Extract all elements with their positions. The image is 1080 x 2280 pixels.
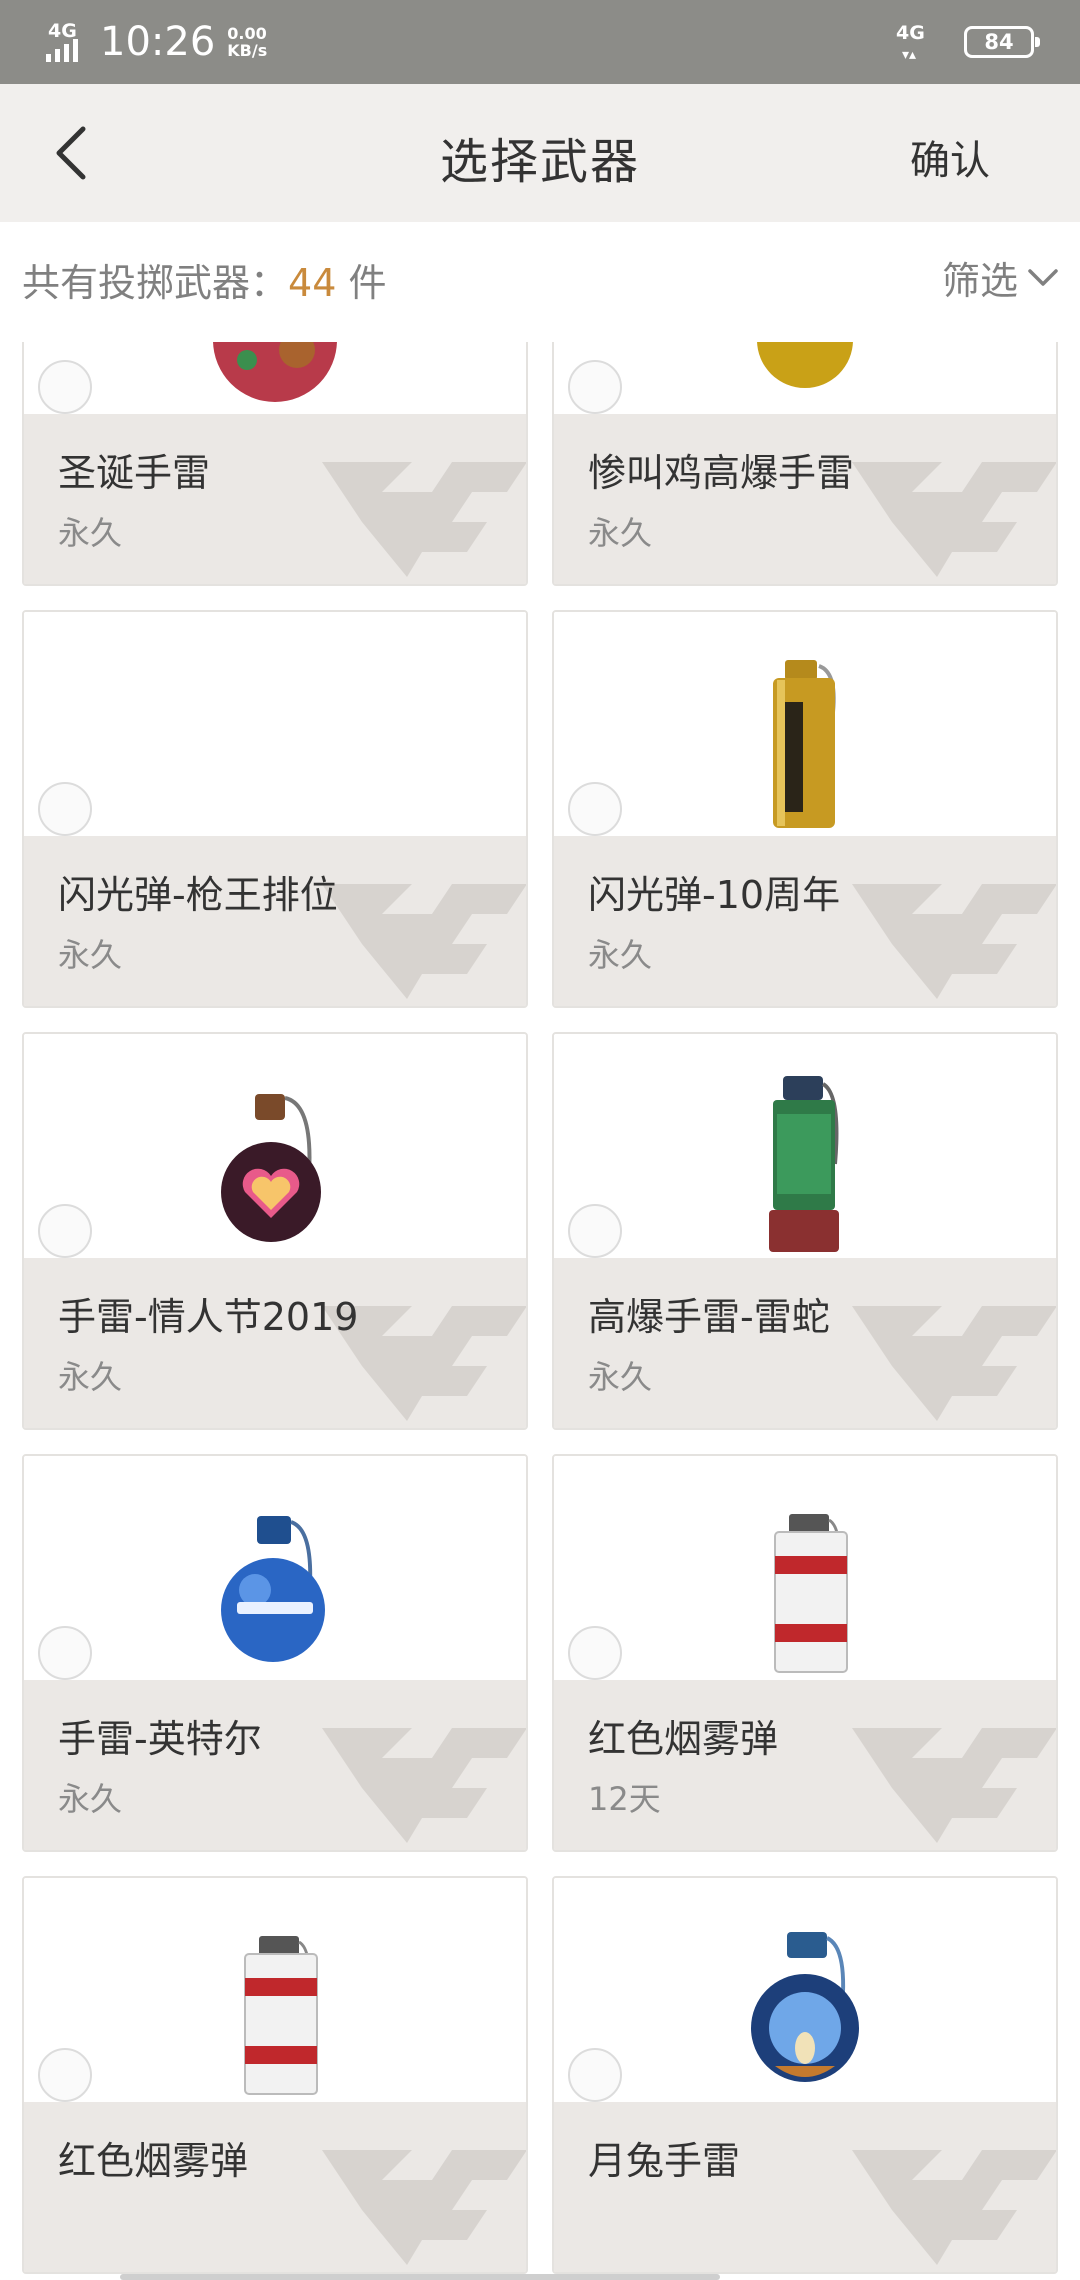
weapon-name: 红色烟雾弹 bbox=[588, 1717, 779, 1761]
cf-watermark-icon bbox=[852, 884, 1056, 999]
weapon-card[interactable]: 手雷-情人节2019 永久 bbox=[22, 1032, 528, 1430]
weapon-card[interactable]: 月兔手雷 bbox=[552, 1876, 1058, 2274]
speed-value: 0.00 bbox=[227, 24, 267, 43]
data-signal-icon: 4G ▾▴ bbox=[896, 22, 925, 63]
weapon-grid-viewport[interactable]: 圣诞手雷 永久 惨叫鸡高爆手雷 永久 闪光弹-枪王排位 永久 闪光弹-10周年 … bbox=[0, 342, 1080, 2280]
weapon-image bbox=[554, 1034, 1056, 1262]
weapon-duration: 永久 bbox=[588, 936, 653, 974]
battery-icon: 84 bbox=[964, 26, 1040, 58]
weapon-name: 手雷-英特尔 bbox=[58, 1717, 262, 1761]
weapon-info: 闪光弹-枪王排位 永久 bbox=[24, 836, 526, 1006]
status-left: 4G 10:26 0.00 KB/s bbox=[46, 18, 267, 66]
cf-watermark-icon bbox=[322, 462, 526, 577]
cf-watermark-icon bbox=[852, 1306, 1056, 1421]
battery-level: 84 bbox=[984, 30, 1014, 54]
weapon-info: 红色烟雾弹 bbox=[24, 2102, 526, 2272]
weapon-image bbox=[554, 1456, 1056, 1684]
weapon-duration: 永久 bbox=[58, 1358, 123, 1396]
weapon-card[interactable]: 手雷-英特尔 永久 bbox=[22, 1454, 528, 1852]
cf-watermark-icon bbox=[852, 462, 1056, 577]
weapon-duration: 永久 bbox=[58, 1780, 123, 1818]
status-time: 10:26 bbox=[100, 19, 216, 65]
status-right: 4G ▾▴ 84 bbox=[896, 22, 1040, 63]
weapon-card[interactable]: 红色烟雾弹 bbox=[22, 1876, 528, 2274]
select-radio[interactable] bbox=[38, 782, 92, 836]
christmas-grenade-icon bbox=[185, 342, 365, 410]
weapon-duration: 永久 bbox=[58, 514, 123, 552]
scroll-indicator bbox=[120, 2274, 720, 2280]
smoke-grenade-icon bbox=[715, 1476, 895, 1676]
weapon-info: 高爆手雷-雷蛇 永久 bbox=[554, 1258, 1056, 1428]
gold-grenade-icon bbox=[715, 342, 895, 410]
signal-icon: 4G bbox=[46, 20, 86, 64]
green-grenade-icon bbox=[715, 1054, 895, 1254]
cf-watermark-icon bbox=[322, 2150, 526, 2265]
select-radio[interactable] bbox=[38, 2048, 92, 2102]
weapon-image bbox=[554, 612, 1056, 840]
weapon-count: 共有投掷武器：44 件 bbox=[22, 252, 386, 307]
weapon-image bbox=[24, 1034, 526, 1262]
weapon-duration: 永久 bbox=[588, 1358, 653, 1396]
gold-flashbang-icon bbox=[715, 632, 895, 832]
moon-rabbit-grenade-icon bbox=[715, 1898, 895, 2098]
weapon-info: 手雷-情人节2019 永久 bbox=[24, 1258, 526, 1428]
weapon-name: 高爆手雷-雷蛇 bbox=[588, 1295, 830, 1339]
network-speed: 0.00 KB/s bbox=[227, 25, 267, 59]
heart-grenade-icon bbox=[185, 1054, 365, 1254]
weapon-info: 惨叫鸡高爆手雷 永久 bbox=[554, 414, 1056, 584]
weapon-name: 惨叫鸡高爆手雷 bbox=[588, 451, 855, 495]
weapon-image bbox=[24, 1456, 526, 1684]
cf-watermark-icon bbox=[322, 1728, 526, 1843]
select-radio[interactable] bbox=[38, 1204, 92, 1258]
confirm-button[interactable]: 确认 bbox=[910, 128, 990, 186]
select-radio[interactable] bbox=[568, 360, 622, 414]
weapon-card[interactable]: 高爆手雷-雷蛇 永久 bbox=[552, 1032, 1058, 1430]
cf-watermark-icon bbox=[852, 2150, 1056, 2265]
weapon-duration: 永久 bbox=[588, 514, 653, 552]
weapon-info: 手雷-英特尔 永久 bbox=[24, 1680, 526, 1850]
select-radio[interactable] bbox=[38, 360, 92, 414]
blue-grenade-icon bbox=[185, 1476, 365, 1676]
status-bar: 4G 10:26 0.00 KB/s 4G ▾▴ 84 bbox=[0, 0, 1080, 84]
count-value: 44 bbox=[288, 261, 337, 305]
weapon-name: 圣诞手雷 bbox=[58, 451, 211, 495]
speed-unit: KB/s bbox=[227, 41, 268, 60]
weapon-image bbox=[24, 612, 526, 840]
weapon-card[interactable]: 惨叫鸡高爆手雷 永久 bbox=[552, 342, 1058, 586]
weapon-card[interactable]: 红色烟雾弹 12天 bbox=[552, 1454, 1058, 1852]
select-radio[interactable] bbox=[568, 1626, 622, 1680]
weapon-name: 闪光弹-枪王排位 bbox=[58, 873, 338, 917]
weapon-info: 圣诞手雷 永久 bbox=[24, 414, 526, 584]
weapon-info: 闪光弹-10周年 永久 bbox=[554, 836, 1056, 1006]
weapon-card[interactable]: 圣诞手雷 永久 bbox=[22, 342, 528, 586]
select-radio[interactable] bbox=[568, 782, 622, 836]
weapon-image bbox=[554, 342, 1056, 418]
smoke-grenade-icon bbox=[185, 1898, 365, 2098]
network-type-right: 4G bbox=[896, 22, 925, 44]
chevron-down-icon bbox=[1028, 268, 1058, 286]
cf-watermark-icon bbox=[852, 1728, 1056, 1843]
weapon-card[interactable]: 闪光弹-枪王排位 永久 bbox=[22, 610, 528, 1008]
weapon-name: 闪光弹-10周年 bbox=[588, 873, 841, 917]
filter-label: 筛选 bbox=[941, 259, 1018, 303]
select-radio[interactable] bbox=[568, 1204, 622, 1258]
weapon-image bbox=[24, 1878, 526, 2106]
weapon-name: 手雷-情人节2019 bbox=[58, 1295, 359, 1339]
weapon-name: 红色烟雾弹 bbox=[58, 2139, 249, 2183]
weapon-image bbox=[554, 1878, 1056, 2106]
weapon-duration: 永久 bbox=[58, 936, 123, 974]
select-radio[interactable] bbox=[38, 1626, 92, 1680]
weapon-name: 月兔手雷 bbox=[588, 2139, 741, 2183]
summary-row: 共有投掷武器：44 件 筛选 bbox=[0, 222, 1080, 342]
filter-button[interactable]: 筛选 bbox=[942, 250, 1060, 305]
weapon-info: 月兔手雷 bbox=[554, 2102, 1056, 2272]
weapon-card[interactable]: 闪光弹-10周年 永久 bbox=[552, 610, 1058, 1008]
title-bar: 选择武器 确认 bbox=[0, 84, 1080, 222]
count-suffix: 件 bbox=[336, 261, 387, 305]
weapon-duration: 12天 bbox=[588, 1780, 661, 1818]
select-radio[interactable] bbox=[568, 2048, 622, 2102]
count-prefix: 共有投掷武器： bbox=[22, 261, 289, 305]
weapon-image bbox=[24, 342, 526, 418]
weapon-info: 红色烟雾弹 12天 bbox=[554, 1680, 1056, 1850]
